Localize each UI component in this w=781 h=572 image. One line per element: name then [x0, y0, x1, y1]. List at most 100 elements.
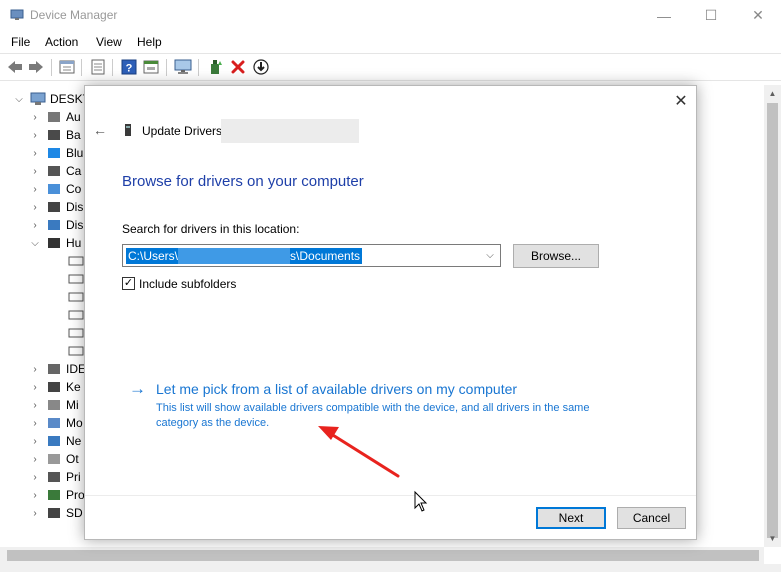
tree-child-item[interactable] — [62, 324, 84, 342]
status-bar — [0, 564, 781, 572]
update-driver-icon[interactable] — [206, 58, 224, 76]
pick-from-list-link[interactable]: Let me pick from a list of available dri… — [156, 381, 517, 397]
chevron-right-icon[interactable]: › — [30, 472, 40, 483]
forward-icon[interactable] — [27, 58, 45, 76]
chevron-right-icon[interactable]: › — [30, 418, 40, 429]
tree-item[interactable]: › Ot — [30, 450, 79, 468]
scrollbar-thumb[interactable] — [767, 103, 778, 538]
maximize-button[interactable]: ☐ — [688, 0, 734, 31]
menu-help[interactable]: Help — [137, 35, 162, 49]
chevron-right-icon[interactable]: › — [30, 184, 40, 195]
tree-child-item[interactable] — [62, 270, 84, 288]
driver-path-combobox[interactable]: C:\Users\ s\Documents ⌵ — [122, 244, 501, 267]
tree-item[interactable]: › Ca — [30, 162, 81, 180]
chevron-down-icon[interactable]: ⌵ — [30, 238, 40, 249]
chevron-right-icon[interactable]: › — [30, 202, 40, 213]
camera-icon — [48, 166, 60, 176]
tree-item[interactable]: › Blu — [30, 144, 83, 162]
dialog-close-button[interactable]: ✕ — [672, 92, 690, 110]
window-title: Device Manager — [30, 8, 118, 22]
tree-item[interactable]: › Au — [30, 108, 80, 126]
chevron-right-icon[interactable]: › — [30, 220, 40, 231]
hid-device-icon — [68, 256, 84, 266]
back-icon[interactable] — [6, 58, 24, 76]
hid-device-icon — [68, 274, 84, 284]
tree-item-label: SD — [66, 506, 83, 520]
device-manager-icon — [10, 9, 24, 20]
tree-child-item[interactable] — [62, 306, 84, 324]
chevron-right-icon[interactable]: › — [30, 364, 40, 375]
download-icon[interactable] — [252, 58, 270, 76]
tree-item[interactable]: ⌵ Hu — [30, 234, 81, 252]
properties-icon[interactable] — [58, 58, 76, 76]
chevron-right-icon[interactable]: › — [30, 490, 40, 501]
menu-file[interactable]: File — [11, 35, 30, 49]
next-button[interactable]: Next — [536, 507, 606, 529]
driver-path-value[interactable]: C:\Users\ s\Documents — [126, 248, 363, 264]
chevron-right-icon[interactable]: › — [30, 112, 40, 123]
chevron-right-icon[interactable]: › — [30, 400, 40, 411]
tree-item[interactable]: › IDE — [30, 360, 86, 378]
horizontal-scrollbar[interactable] — [0, 547, 764, 564]
close-button[interactable]: ✕ — [735, 0, 781, 31]
scroll-up-icon[interactable]: ▲ — [764, 85, 781, 102]
minimize-button[interactable]: — — [641, 0, 687, 31]
battery-icon — [48, 130, 60, 140]
tree-item-label: Ot — [66, 452, 79, 466]
title-bar: Device Manager — ☐ ✕ — [0, 0, 781, 31]
include-subfolders-checkbox[interactable]: ✓ — [122, 277, 135, 290]
chevron-right-icon[interactable]: › — [30, 148, 40, 159]
tree-item[interactable]: › Mo — [30, 414, 82, 432]
tree-item[interactable]: › Ke — [30, 378, 80, 396]
chevron-right-icon[interactable]: › — [30, 454, 40, 465]
tree-child-item[interactable] — [62, 342, 84, 360]
tree-root[interactable]: ⌵ DESKT — [14, 90, 90, 108]
scroll-down-icon[interactable]: ▼ — [764, 530, 781, 547]
tree-item[interactable]: › Pro — [30, 486, 84, 504]
keyboard-icon — [48, 382, 60, 392]
tree-item[interactable]: › Ba — [30, 126, 80, 144]
tree-child-item[interactable] — [62, 252, 84, 270]
minimize-icon: — — [657, 7, 671, 24]
hid-device-icon — [68, 346, 84, 356]
menu-action[interactable]: Action — [45, 35, 78, 49]
action-icon[interactable] — [142, 58, 160, 76]
tree-child-item[interactable] — [62, 288, 84, 306]
scrollbar-thumb[interactable] — [7, 550, 759, 561]
monitor-icon[interactable] — [174, 58, 192, 76]
footer-divider — [85, 495, 696, 496]
vertical-scrollbar[interactable]: ▲ ▼ — [764, 85, 781, 547]
chevron-right-icon[interactable]: › — [30, 436, 40, 447]
show-hidden-icon[interactable] — [89, 58, 107, 76]
tree-item-label: Ne — [66, 434, 82, 448]
arrow-right-icon[interactable]: → — [129, 379, 146, 399]
chevron-right-icon[interactable]: › — [30, 508, 40, 519]
toolbar-separator — [198, 59, 199, 76]
tree-item[interactable]: › Co — [30, 180, 81, 198]
tree-item[interactable]: › Dis — [30, 198, 83, 216]
cancel-button[interactable]: Cancel — [617, 507, 686, 529]
back-button[interactable]: ← — [92, 122, 108, 138]
tree-item[interactable]: › Pri — [30, 468, 80, 486]
chevron-down-icon[interactable]: ⌵ — [484, 249, 496, 261]
tree-item[interactable]: › Mi — [30, 396, 78, 414]
chevron-right-icon[interactable]: › — [30, 166, 40, 177]
browse-button[interactable]: Browse... — [513, 244, 599, 268]
maximize-icon: ☐ — [704, 7, 718, 23]
toolbar-separator — [166, 59, 167, 76]
tree-item-label: Ca — [66, 164, 82, 178]
uninstall-icon[interactable] — [229, 58, 247, 76]
chevron-right-icon[interactable]: › — [30, 130, 40, 141]
include-subfolders-label[interactable]: Include subfolders — [139, 277, 236, 291]
tree-item[interactable]: › Dis — [30, 216, 83, 234]
toolbar: ? — [0, 53, 781, 81]
tree-item[interactable]: › SD — [30, 504, 83, 522]
dialog-heading: Browse for drivers on your computer — [122, 173, 364, 190]
chevron-down-icon[interactable]: ⌵ — [14, 94, 24, 105]
menu-view[interactable]: View — [96, 35, 122, 49]
tree-item[interactable]: › Ne — [30, 432, 81, 450]
help-icon[interactable]: ? — [120, 58, 138, 76]
monitor-icon — [48, 418, 60, 428]
disk-icon — [48, 202, 60, 212]
chevron-right-icon[interactable]: › — [30, 382, 40, 393]
